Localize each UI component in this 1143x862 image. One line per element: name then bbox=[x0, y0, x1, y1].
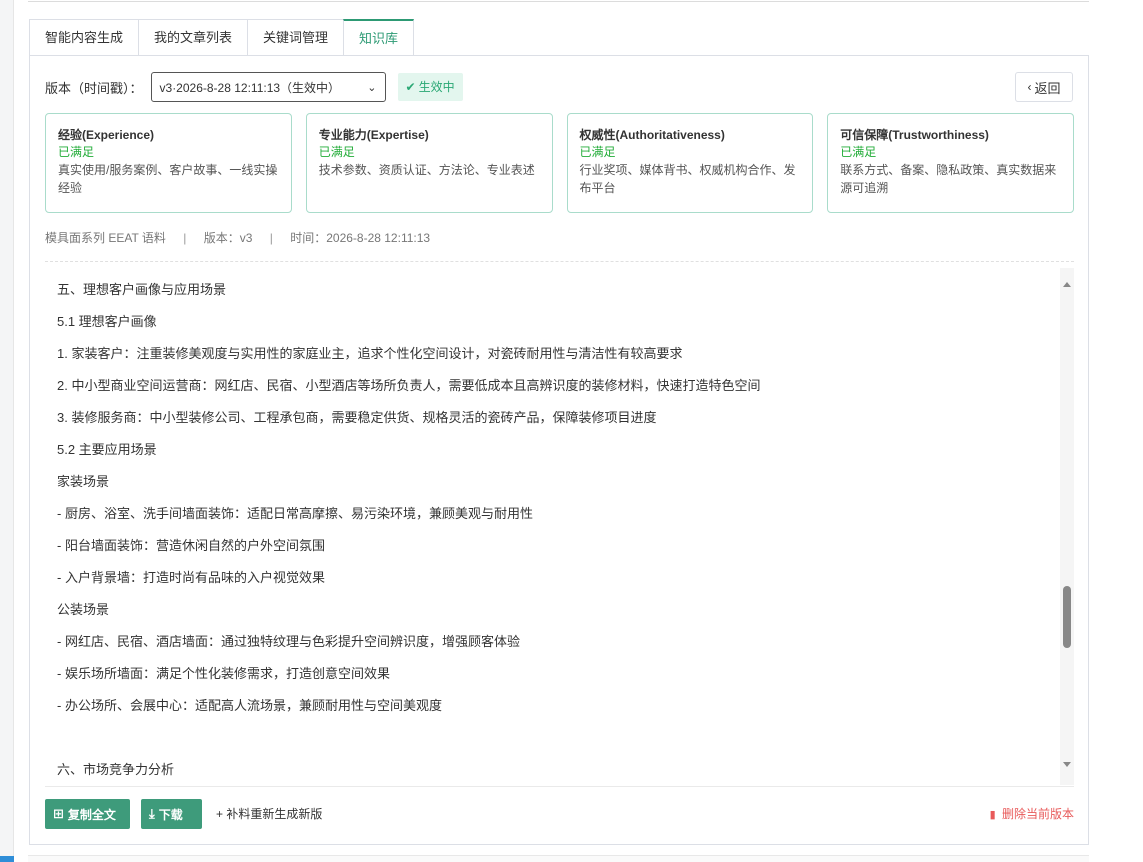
article-content-inner: 五、理想客户画像与应用场景 5.1 理想客户画像 1. 家装客户：注重装修美观度… bbox=[45, 268, 1074, 785]
left-edge-marker bbox=[0, 856, 14, 862]
chevron-left-icon: ‹ bbox=[1027, 80, 1032, 94]
content-scrollbar[interactable] bbox=[1060, 268, 1074, 785]
card-title: 经验(Experience) bbox=[58, 128, 155, 142]
card-desc: 技术参数、资质认证、方法论、专业表述 bbox=[318, 163, 535, 177]
version-label: 版本（时间戳）： bbox=[45, 80, 143, 96]
card-desc: 联系方式、备案、隐私政策、真实数据来源可追溯 bbox=[840, 163, 1057, 195]
version-selected-value: v3·2026-8-28 12:11:13（生效中） bbox=[159, 80, 341, 95]
copy-all-label: 复制全文 bbox=[67, 807, 116, 822]
version-row: 版本（时间戳）： v3·2026-8-28 12:11:13（生效中） ⌄ ✔ … bbox=[45, 72, 463, 102]
active-status-badge: ✔ 生效中 bbox=[397, 73, 463, 101]
card-desc: 真实使用/服务案例、客户故事、一线实操经验 bbox=[58, 163, 278, 195]
back-button[interactable]: ‹ 返回 bbox=[1015, 72, 1073, 102]
meta-separator: | bbox=[183, 231, 187, 245]
tab-content-generation[interactable]: 智能内容生成 bbox=[29, 19, 139, 56]
article-content[interactable]: 五、理想客户画像与应用场景 5.1 理想客户画像 1. 家装客户：注重装修美观度… bbox=[45, 268, 1074, 785]
regenerate-version-link[interactable]: + 补料重新生成新版 bbox=[216, 799, 322, 829]
content-line: - 厨房、浴室、洗手间墙面装饰：适配日常高摩擦、易污染环境，兼顾美观与耐用性 bbox=[57, 506, 533, 521]
trash-icon: ▮ bbox=[989, 809, 996, 821]
eeat-card-experience: 经验(Experience) 已满足 真实使用/服务案例、客户故事、一线实操经验 bbox=[45, 113, 292, 213]
chevron-down-icon: ⌄ bbox=[367, 81, 377, 94]
content-line: 五、理想客户画像与应用场景 bbox=[57, 282, 227, 297]
eeat-card-trustworthiness: 可信保障(Trustworthiness) 已满足 联系方式、备案、隐私政策、真… bbox=[827, 113, 1074, 213]
tab-bar: 智能内容生成 我的文章列表 关键词管理 知识库 bbox=[29, 19, 415, 56]
dashed-divider bbox=[45, 261, 1074, 262]
tab-my-articles[interactable]: 我的文章列表 bbox=[138, 19, 248, 56]
content-line: - 网红店、民宿、酒店墙面：通过独特纹理与色彩提升空间辨识度，增强顾客体验 bbox=[57, 634, 520, 649]
scroll-thumb[interactable] bbox=[1063, 586, 1071, 648]
content-line: 1. 家装客户：注重装修美观度与实用性的家庭业主，追求个性化空间设计，对瓷砖耐用… bbox=[57, 346, 683, 361]
eeat-card-expertise: 专业能力(Expertise) 已满足 技术参数、资质认证、方法论、专业表述 bbox=[305, 113, 553, 213]
content-line: - 阳台墙面装饰：营造休闲自然的户外空间氛围 bbox=[57, 538, 325, 553]
copy-icon: ⊞ bbox=[53, 806, 64, 821]
content-line: 公装场景 bbox=[57, 602, 110, 617]
tab-knowledge-base[interactable]: 知识库 bbox=[343, 19, 415, 56]
content-line: 2. 中小型商业空间运营商：网红店、民宿、小型酒店等场所负责人，需要低成本且高辨… bbox=[57, 378, 761, 393]
eeat-card-authoritativeness: 权威性(Authoritativeness) 已满足 行业奖项、媒体背书、权威机… bbox=[566, 113, 814, 213]
card-status: 已满足 bbox=[318, 145, 355, 159]
version-meta-row: 模具面系列 EEAT 语料 | 版本：v3 | 时间：2026-8-28 12:… bbox=[45, 230, 430, 246]
content-bottom-divider bbox=[45, 786, 1074, 787]
meta-time: 时间：2026-8-28 12:11:13 bbox=[290, 231, 431, 245]
content-line: 六、市场竞争力分析 bbox=[57, 762, 175, 777]
card-desc: 行业奖项、媒体背书、权威机构合作、发布平台 bbox=[579, 163, 796, 195]
meta-version: 版本：v3 bbox=[203, 231, 253, 245]
scroll-up-arrow-icon[interactable] bbox=[1063, 282, 1071, 287]
content-line: - 入户背景墙：打造时尚有品味的入户视觉效果 bbox=[57, 570, 325, 585]
footer-actions: ⊞ 复制全文 ⤓ 下载 + 补料重新生成新版 ▮ 删除当前版本 bbox=[45, 799, 1074, 829]
copy-all-button[interactable]: ⊞ 复制全文 bbox=[45, 799, 130, 829]
card-status: 已满足 bbox=[840, 145, 877, 159]
content-line: 家装场景 bbox=[57, 474, 110, 489]
check-icon: ✔ bbox=[405, 80, 416, 94]
meta-corpus: 模具面系列 EEAT 语料 bbox=[45, 231, 166, 245]
tab-keyword-management[interactable]: 关键词管理 bbox=[247, 19, 344, 56]
delete-version-label: 删除当前版本 bbox=[1001, 807, 1074, 821]
content-line: - 娱乐场所墙面：满足个性化装修需求，打造创意空间效果 bbox=[57, 666, 390, 681]
delete-version-link[interactable]: ▮ 删除当前版本 bbox=[990, 799, 1074, 829]
download-button[interactable]: ⤓ 下载 bbox=[141, 799, 202, 829]
knowledge-base-panel: 版本（时间戳）： v3·2026-8-28 12:11:13（生效中） ⌄ ✔ … bbox=[29, 55, 1089, 845]
card-status: 已满足 bbox=[58, 145, 95, 159]
scroll-down-arrow-icon[interactable] bbox=[1063, 762, 1071, 767]
content-line: - 办公场所、会展中心：适配高人流场景，兼顾耐用性与空间美观度 bbox=[57, 698, 442, 713]
card-status: 已满足 bbox=[579, 145, 616, 159]
card-title: 可信保障(Trustworthiness) bbox=[840, 128, 989, 142]
download-icon: ⤓ bbox=[149, 806, 155, 821]
bottom-divider bbox=[28, 855, 1089, 862]
download-label: 下载 bbox=[158, 807, 183, 822]
back-button-label: 返回 bbox=[1034, 80, 1061, 96]
left-edge-strip bbox=[0, 0, 14, 862]
active-status-text: 生效中 bbox=[418, 80, 455, 94]
content-line: 5.1 理想客户画像 bbox=[57, 314, 157, 329]
top-divider bbox=[28, 0, 1089, 2]
card-title: 权威性(Authoritativeness) bbox=[579, 128, 725, 142]
version-select[interactable]: v3·2026-8-28 12:11:13（生效中） ⌄ bbox=[150, 72, 386, 102]
content-line: 3. 装修服务商：中小型装修公司、工程承包商，需要稳定供货、规格灵活的瓷砖产品，… bbox=[57, 410, 657, 425]
eeat-cards: 经验(Experience) 已满足 真实使用/服务案例、客户故事、一线实操经验… bbox=[45, 113, 1074, 213]
content-line: 5.2 主要应用场景 bbox=[57, 442, 157, 457]
card-title: 专业能力(Expertise) bbox=[318, 128, 429, 142]
content-line bbox=[57, 722, 1062, 754]
meta-separator: | bbox=[269, 231, 273, 245]
